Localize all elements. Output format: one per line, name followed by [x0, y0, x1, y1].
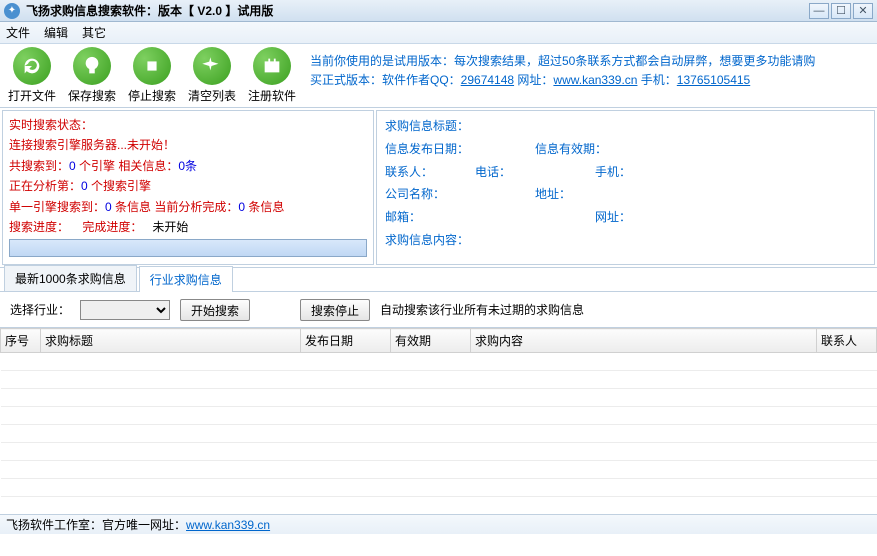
col-pub[interactable]: 发布日期: [301, 329, 391, 353]
detail-tel-label: 电话：: [475, 161, 535, 184]
stop-search-button[interactable]: 停止搜索: [122, 46, 182, 105]
clear-label: 清空列表: [188, 87, 236, 104]
open-file-button[interactable]: 打开文件: [2, 46, 62, 105]
col-title[interactable]: 求购标题: [41, 329, 301, 353]
detail-web-label: 网址：: [595, 206, 655, 229]
register-label: 注册软件: [248, 87, 296, 104]
results-table-wrap: 序号 求购标题 发布日期 有效期 求购内容 联系人: [0, 328, 877, 514]
detail-mobile-label: 手机：: [595, 161, 655, 184]
table-row[interactable]: [1, 425, 877, 443]
main-row: 实时搜索状态： 连接搜索引擎服务器...未开始！ 共搜索到：0 个引擎 相关信息…: [0, 108, 877, 268]
save-icon: [73, 47, 111, 85]
select-industry-label: 选择行业：: [10, 301, 70, 318]
clear-icon: [193, 47, 231, 85]
open-label: 打开文件: [8, 87, 56, 104]
window-title: 飞扬求购信息搜索软件：版本【 V2.0 】试用版: [26, 2, 809, 19]
start-search-button[interactable]: 开始搜索: [180, 299, 250, 321]
save-search-button[interactable]: 保存搜索: [62, 46, 122, 105]
tabs: 最新1000条求购信息 行业求购信息: [0, 268, 877, 292]
tab-industry[interactable]: 行业求购信息: [139, 266, 233, 292]
register-icon: [253, 47, 291, 85]
window-controls: — ☐ ✕: [809, 3, 873, 19]
version-notice: 当前你使用的是试用版本：每次搜索结果，超过50条联系方式都会自动屏弊，想要更多功…: [302, 46, 875, 105]
detail-panel: 求购信息标题： 信息发布日期： 信息有效期： 联系人：电话： 手机： 公司名称： 地址…: [376, 110, 875, 265]
status-line2: 连接搜索引擎服务器...未开始！: [9, 135, 367, 155]
site-link[interactable]: www.kan339.cn: [553, 73, 637, 87]
notice-line2c: 手机：: [637, 73, 676, 87]
tab-latest[interactable]: 最新1000条求购信息: [4, 265, 137, 291]
col-contact[interactable]: 联系人: [817, 329, 877, 353]
industry-select[interactable]: [80, 300, 170, 320]
table-row[interactable]: [1, 461, 877, 479]
progress-bar: [9, 239, 367, 257]
status-panel: 实时搜索状态： 连接搜索引擎服务器...未开始！ 共搜索到：0 个引擎 相关信息…: [2, 110, 374, 265]
col-content[interactable]: 求购内容: [471, 329, 817, 353]
menu-file[interactable]: 文件: [6, 24, 30, 41]
detail-title-label: 求购信息标题：: [385, 115, 475, 138]
app-icon: ✦: [4, 3, 20, 19]
minimize-button[interactable]: —: [809, 3, 829, 19]
status-line4: 正在分析第：0 个搜索引擎: [9, 176, 367, 196]
register-button[interactable]: 注册软件: [242, 46, 302, 105]
phone-link[interactable]: 13765105415: [677, 73, 750, 87]
maximize-button[interactable]: ☐: [831, 3, 851, 19]
official-url[interactable]: www.kan339.cn: [186, 518, 270, 532]
table-row[interactable]: [1, 443, 877, 461]
col-valid[interactable]: 有效期: [391, 329, 471, 353]
results-body: [1, 353, 877, 515]
clear-list-button[interactable]: 清空列表: [182, 46, 242, 105]
status-title: 实时搜索状态：: [9, 115, 367, 135]
close-button[interactable]: ✕: [853, 3, 873, 19]
save-label: 保存搜索: [68, 87, 116, 104]
detail-company-label: 公司名称：: [385, 183, 475, 206]
status-line6: 搜索进度： 完成进度： 未开始: [9, 217, 367, 237]
detail-valid-label: 信息有效期：: [535, 138, 607, 161]
stop-icon: [133, 47, 171, 85]
table-row[interactable]: [1, 389, 877, 407]
filter-row: 选择行业： 开始搜索 搜索停止 自动搜索该行业所有未过期的求购信息: [0, 292, 877, 328]
table-row[interactable]: [1, 479, 877, 497]
menu-other[interactable]: 其它: [82, 24, 106, 41]
table-row[interactable]: [1, 353, 877, 371]
detail-address-label: 地址：: [535, 183, 595, 206]
status-line5: 单一引擎搜索到：0 条信息 当前分析完成：0 条信息: [9, 197, 367, 217]
detail-pubdate-label: 信息发布日期：: [385, 138, 475, 161]
menu-edit[interactable]: 编辑: [44, 24, 68, 41]
table-row[interactable]: [1, 497, 877, 515]
detail-contact-label: 联系人：: [385, 161, 475, 184]
studio-label: 飞扬软件工作室：: [6, 516, 102, 533]
stop-label: 停止搜索: [128, 87, 176, 104]
stop-search-button-2[interactable]: 搜索停止: [300, 299, 370, 321]
notice-line1: 当前你使用的是试用版本：每次搜索结果，超过50条联系方式都会自动屏弊，想要更多功…: [310, 54, 815, 68]
results-table: 序号 求购标题 发布日期 有效期 求购内容 联系人: [0, 328, 877, 514]
qq-link[interactable]: 29674148: [461, 73, 514, 87]
col-no[interactable]: 序号: [1, 329, 41, 353]
notice-line2b: 网址：: [514, 73, 553, 87]
statusbar: 飞扬软件工作室： 官方唯一网址： www.kan339.cn: [0, 514, 877, 534]
open-icon: [13, 47, 51, 85]
status-line3: 共搜索到：0 个引擎 相关信息：0条: [9, 156, 367, 176]
titlebar: ✦ 飞扬求购信息搜索软件：版本【 V2.0 】试用版 — ☐ ✕: [0, 0, 877, 22]
filter-hint: 自动搜索该行业所有未过期的求购信息: [380, 301, 584, 318]
table-row[interactable]: [1, 371, 877, 389]
table-row[interactable]: [1, 407, 877, 425]
notice-line2a: 买正式版本：软件作者QQ：: [310, 73, 461, 87]
menubar: 文件 编辑 其它: [0, 22, 877, 44]
only-url-label: 官方唯一网址：: [102, 516, 186, 533]
toolbar: 打开文件 保存搜索 停止搜索 清空列表 注册软件 当前你使用的是试用版本：每次搜…: [0, 44, 877, 108]
detail-email-label: 邮箱：: [385, 206, 475, 229]
detail-content-label: 求购信息内容：: [385, 229, 475, 252]
